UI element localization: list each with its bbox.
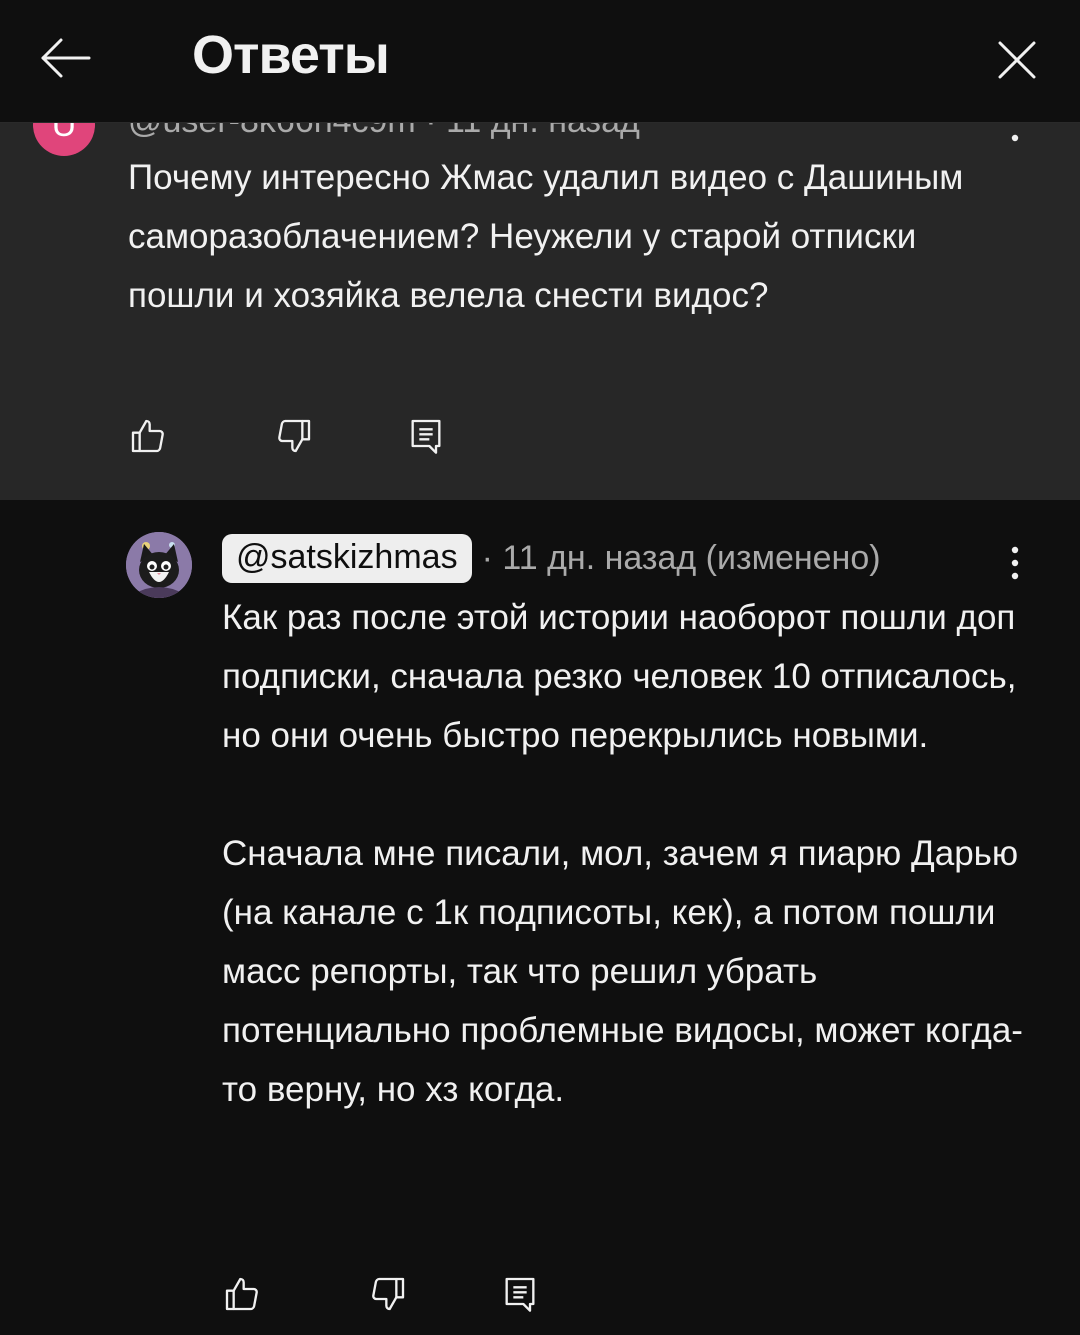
dislike-icon[interactable] (272, 414, 316, 458)
like-icon[interactable] (220, 1272, 264, 1316)
reply-icon[interactable] (498, 1272, 542, 1316)
more-options-icon[interactable] (1000, 545, 1030, 581)
close-icon (998, 41, 1036, 79)
like-icon[interactable] (126, 414, 170, 458)
page-title: Ответы (192, 25, 390, 85)
cat-avatar-icon (126, 532, 192, 598)
close-button[interactable] (985, 28, 1049, 92)
dislike-icon[interactable] (366, 1272, 410, 1316)
avatar[interactable] (126, 532, 192, 598)
reply-actions (220, 1272, 542, 1316)
reply-paragraph: Сначала мне писали, мол, зачем я пиарю Д… (222, 834, 1023, 1109)
reply-text: Как раз после этой истории наоборот пошл… (222, 588, 1042, 1119)
reply-paragraph: Как раз после этой истории наоборот пошл… (222, 598, 1017, 755)
more-options-icon[interactable] (1000, 122, 1030, 146)
arrow-left-icon (41, 38, 91, 78)
parent-comment-text: Почему интересно Жмас удалил видео с Даш… (128, 158, 964, 315)
avatar-letter: U (51, 122, 77, 144)
parent-comment-meta: @user-8k66h4c9m · 11 дн. назад (128, 122, 640, 141)
reply-icon[interactable] (404, 414, 448, 458)
avatar[interactable]: U (33, 122, 95, 156)
parent-comment: U @user-8k66h4c9m · 11 дн. назад Почему … (0, 122, 1080, 500)
replies-screen: U @user-8k66h4c9m · 11 дн. назад Почему … (0, 0, 1080, 1335)
reply-header: @satskizhmas · 11 дн. назад (изменено) (222, 532, 881, 584)
parent-actions (126, 414, 448, 458)
back-button[interactable] (30, 30, 100, 86)
author-chip[interactable]: @satskizhmas (222, 533, 472, 583)
reply-timestamp: · 11 дн. назад (изменено) (481, 538, 881, 577)
header: Ответы (0, 0, 1080, 123)
